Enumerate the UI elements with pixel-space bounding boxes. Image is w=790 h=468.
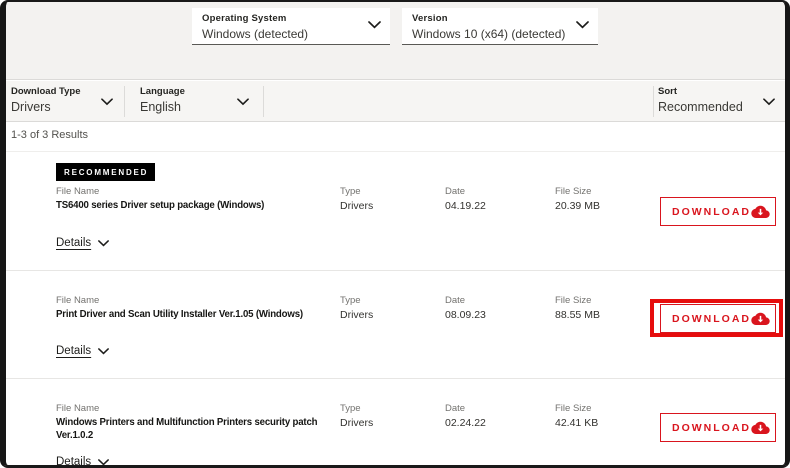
result-row: File Name Print Driver and Scan Utility … bbox=[6, 270, 785, 378]
results-filter-band: Download Type Drivers Language English S… bbox=[6, 81, 785, 122]
file-size-value: 42.41 KB bbox=[555, 417, 598, 429]
cloud-download-icon bbox=[751, 312, 770, 325]
chevron-down-icon bbox=[237, 98, 249, 106]
version-label: Version bbox=[412, 13, 570, 24]
chevron-down-icon bbox=[98, 348, 109, 355]
operating-system-label: Operating System bbox=[202, 13, 362, 24]
language-dropdown[interactable]: Language English bbox=[140, 86, 185, 114]
cloud-download-icon bbox=[751, 205, 770, 218]
date-column-label: Date bbox=[445, 403, 465, 414]
chevron-down-icon bbox=[101, 98, 113, 106]
file-size-column-label: File Size bbox=[555, 295, 591, 306]
download-type-dropdown[interactable]: Download Type Drivers bbox=[11, 86, 81, 114]
type-column-label: Type bbox=[340, 295, 361, 306]
details-toggle[interactable]: Details bbox=[56, 237, 109, 249]
driver-downloads-panel: Operating System Windows (detected) Vers… bbox=[0, 0, 790, 468]
file-name: TS6400 series Driver setup package (Wind… bbox=[56, 199, 332, 212]
type-value: Drivers bbox=[340, 309, 373, 321]
divider bbox=[263, 86, 264, 117]
results-count: 1-3 of 3 Results bbox=[11, 129, 88, 141]
type-column-label: Type bbox=[340, 403, 361, 414]
file-name: Windows Printers and Multifunction Print… bbox=[56, 416, 332, 442]
download-button-label: DOWNLOAD bbox=[672, 206, 751, 218]
file-name: Print Driver and Scan Utility Installer … bbox=[56, 308, 341, 321]
file-name-column-label: File Name bbox=[56, 403, 99, 414]
download-type-value: Drivers bbox=[11, 100, 81, 114]
chevron-down-icon bbox=[576, 21, 589, 29]
date-value: 08.09.23 bbox=[445, 309, 486, 321]
date-column-label: Date bbox=[445, 186, 465, 197]
type-column-label: Type bbox=[340, 186, 361, 197]
chevron-down-icon bbox=[763, 98, 775, 106]
file-name-column-label: File Name bbox=[56, 295, 99, 306]
file-name-column-label: File Name bbox=[56, 186, 99, 197]
details-label: Details bbox=[56, 345, 91, 357]
chevron-down-icon bbox=[368, 21, 381, 29]
date-value: 04.19.22 bbox=[445, 200, 486, 212]
download-button[interactable]: DOWNLOAD bbox=[660, 197, 776, 226]
result-row: File Name Windows Printers and Multifunc… bbox=[6, 378, 785, 468]
sort-label: Sort bbox=[658, 86, 743, 97]
details-label: Details bbox=[56, 456, 91, 468]
version-value: Windows 10 (x64) (detected) bbox=[412, 27, 570, 41]
type-value: Drivers bbox=[340, 200, 373, 212]
download-button[interactable]: DOWNLOAD bbox=[660, 304, 776, 333]
chevron-down-icon bbox=[98, 240, 109, 247]
file-size-value: 88.55 MB bbox=[555, 309, 600, 321]
details-label: Details bbox=[56, 237, 91, 249]
chevron-down-icon bbox=[98, 459, 109, 466]
operating-system-dropdown[interactable]: Operating System Windows (detected) bbox=[192, 8, 390, 45]
file-size-column-label: File Size bbox=[555, 186, 591, 197]
language-label: Language bbox=[140, 86, 185, 97]
details-toggle[interactable]: Details bbox=[56, 345, 109, 357]
download-button-label: DOWNLOAD bbox=[672, 313, 751, 325]
version-dropdown[interactable]: Version Windows 10 (x64) (detected) bbox=[402, 8, 598, 45]
date-value: 02.24.22 bbox=[445, 417, 486, 429]
download-button-label: DOWNLOAD bbox=[672, 422, 751, 434]
language-value: English bbox=[140, 100, 185, 114]
details-toggle[interactable]: Details bbox=[56, 456, 109, 468]
file-size-column-label: File Size bbox=[555, 403, 591, 414]
download-button[interactable]: DOWNLOAD bbox=[660, 413, 776, 442]
divider bbox=[124, 86, 125, 117]
download-type-label: Download Type bbox=[11, 86, 81, 97]
cloud-download-icon bbox=[751, 421, 770, 434]
date-column-label: Date bbox=[445, 295, 465, 306]
result-row: RECOMMENDED File Name TS6400 series Driv… bbox=[6, 152, 785, 270]
sort-dropdown[interactable]: Sort Recommended bbox=[658, 86, 743, 114]
os-version-filter-band: Operating System Windows (detected) Vers… bbox=[6, 2, 785, 80]
divider bbox=[653, 86, 654, 117]
file-size-value: 20.39 MB bbox=[555, 200, 600, 212]
operating-system-value: Windows (detected) bbox=[202, 27, 362, 41]
sort-value: Recommended bbox=[658, 100, 743, 114]
recommended-badge: RECOMMENDED bbox=[56, 163, 155, 181]
type-value: Drivers bbox=[340, 417, 373, 429]
